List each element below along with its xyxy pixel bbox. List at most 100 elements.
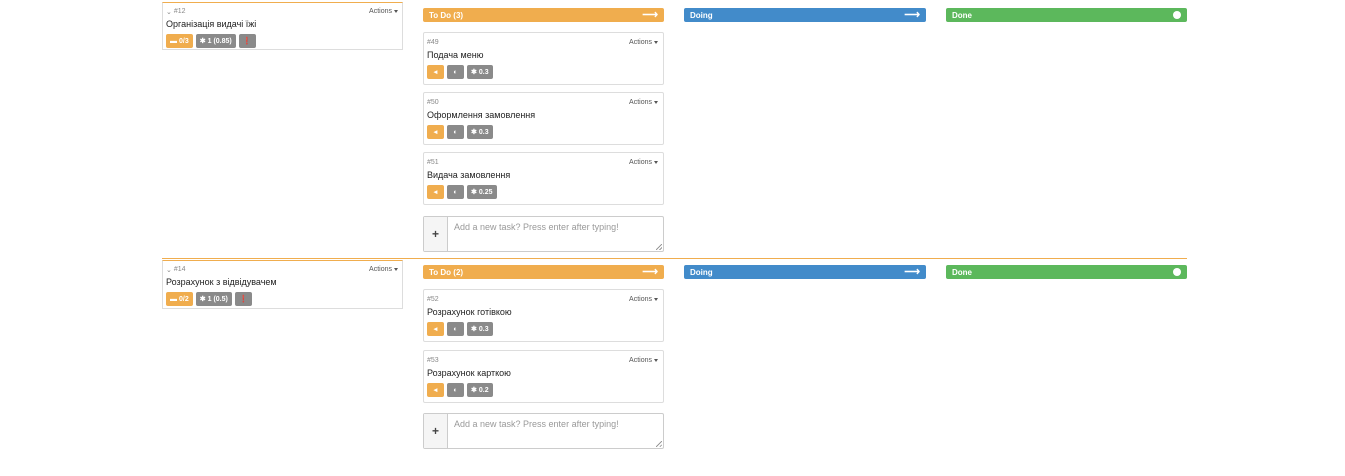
arrow-right-icon[interactable]: ⟶: [904, 267, 920, 278]
story-points-badge[interactable]: ✱ 1 (0.5): [195, 292, 232, 306]
actions-dropdown[interactable]: Actions: [629, 99, 658, 106]
actions-dropdown[interactable]: Actions: [629, 39, 658, 46]
move-back-button[interactable]: ◂: [427, 383, 444, 397]
column-header-done[interactable]: Done: [946, 8, 1187, 22]
plus-icon[interactable]: +: [424, 217, 448, 251]
caret-down-icon: [394, 10, 398, 13]
gear-icon: ✱: [471, 326, 477, 333]
actions-dropdown[interactable]: Actions: [369, 8, 398, 15]
task-points-badge[interactable]: ✱ 0.25: [467, 185, 497, 199]
caret-left-icon: ◂: [433, 326, 438, 333]
half-circle-icon: ◐: [453, 325, 458, 333]
move-back-button[interactable]: ◂: [427, 125, 444, 139]
half-circle-icon: ◐: [453, 128, 458, 136]
column-header-todo[interactable]: To Do (2) ⟶: [423, 265, 664, 279]
resize-handle-icon[interactable]: [656, 244, 662, 250]
task-id: #49: [427, 39, 439, 46]
plus-icon[interactable]: +: [424, 414, 448, 448]
actions-dropdown[interactable]: Actions: [629, 296, 658, 303]
task-id: #53: [427, 357, 439, 364]
caret-down-icon: [654, 298, 658, 301]
circle-icon[interactable]: [1173, 11, 1181, 19]
caret-left-icon: ◂: [433, 69, 438, 76]
gear-icon: ✱: [471, 189, 477, 196]
task-card: #52 Actions Розрахунок готівкою ◂ ◐ ✱ 0.3: [423, 289, 664, 342]
story-id: #12: [173, 8, 186, 15]
status-button[interactable]: ◐: [447, 322, 464, 336]
add-task-field: +: [423, 216, 664, 252]
caret-left-icon: ◂: [433, 387, 438, 394]
task-title: Видача замовлення: [427, 170, 511, 180]
task-title: Розрахунок готівкою: [427, 307, 512, 317]
status-button[interactable]: ◐: [447, 185, 464, 199]
info-button[interactable]: ❗: [238, 34, 256, 48]
caret-down-icon: [654, 101, 658, 104]
task-points-badge[interactable]: ✱ 0.3: [467, 125, 493, 139]
column-header-todo[interactable]: To Do (3) ⟶: [423, 8, 664, 22]
info-icon: ❗: [242, 38, 252, 45]
row-divider: [162, 258, 1187, 259]
story-card: ⌄ #12 Actions Організація видачі їжі ▬ 0/3…: [162, 2, 403, 50]
task-points-badge[interactable]: ✱ 0.3: [467, 65, 493, 79]
task-card: #51 Actions Видача замовлення ◂ ◐ ✱ 0.25: [423, 152, 664, 205]
task-title: Оформлення замовлення: [427, 110, 536, 120]
caret-down-icon: [654, 359, 658, 362]
arrow-right-icon[interactable]: ⟶: [642, 10, 658, 21]
story-title: Організація видачі їжі: [166, 19, 257, 29]
task-id: #52: [427, 296, 439, 303]
story-points-badge[interactable]: ✱ 1 (0.85): [195, 34, 236, 48]
tasks-count-badge[interactable]: ▬ 0/2: [166, 292, 193, 306]
gear-icon: ✱: [471, 387, 477, 394]
task-id: #51: [427, 159, 439, 166]
move-back-button[interactable]: ◂: [427, 65, 444, 79]
tasks-count-badge[interactable]: ▬ 0/3: [166, 34, 193, 48]
gear-icon: ✱: [199, 296, 206, 303]
task-card: #49 Actions Подача меню ◂ ◐ ✱ 0.3: [423, 32, 664, 85]
move-back-button[interactable]: ◂: [427, 185, 444, 199]
task-points-badge[interactable]: ✱ 0.3: [467, 322, 493, 336]
gear-icon: ✱: [199, 38, 206, 45]
task-id: #50: [427, 99, 439, 106]
task-title: Розрахунок карткою: [427, 368, 511, 378]
actions-dropdown[interactable]: Actions: [369, 266, 398, 273]
chevron-down-icon[interactable]: ⌄: [166, 8, 172, 16]
folder-icon: ▬: [170, 295, 177, 303]
circle-icon[interactable]: [1173, 268, 1181, 276]
move-back-button[interactable]: ◂: [427, 322, 444, 336]
folder-icon: ▬: [170, 37, 177, 45]
task-card: #50 Actions Оформлення замовлення ◂ ◐ ✱ 0…: [423, 92, 664, 145]
half-circle-icon: ◐: [453, 188, 458, 196]
status-button[interactable]: ◐: [447, 65, 464, 79]
add-task-field: +: [423, 413, 664, 449]
caret-down-icon: [654, 161, 658, 164]
resize-handle-icon[interactable]: [656, 441, 662, 447]
column-header-doing[interactable]: Doing ⟶: [684, 8, 926, 22]
task-card: #53 Actions Розрахунок карткою ◂ ◐ ✱ 0.2: [423, 350, 664, 403]
story-title: Розрахунок з відвідувачем: [166, 277, 277, 287]
story-id: #14: [173, 266, 186, 273]
arrow-right-icon[interactable]: ⟶: [642, 267, 658, 278]
gear-icon: ✱: [471, 129, 477, 136]
new-task-input[interactable]: [448, 414, 663, 448]
status-button[interactable]: ◐: [447, 125, 464, 139]
caret-left-icon: ◂: [433, 189, 438, 196]
task-title: Подача меню: [427, 50, 484, 60]
new-task-input[interactable]: [448, 217, 663, 251]
info-button[interactable]: ❗: [234, 292, 252, 306]
caret-down-icon: [394, 268, 398, 271]
info-icon: ❗: [238, 296, 248, 303]
half-circle-icon: ◐: [453, 68, 458, 76]
chevron-down-icon[interactable]: ⌄: [166, 266, 172, 274]
caret-left-icon: ◂: [433, 129, 438, 136]
status-button[interactable]: ◐: [447, 383, 464, 397]
actions-dropdown[interactable]: Actions: [629, 159, 658, 166]
actions-dropdown[interactable]: Actions: [629, 357, 658, 364]
task-points-badge[interactable]: ✱ 0.2: [467, 383, 493, 397]
story-card: ⌄ #14 Actions Розрахунок з відвідувачем ▬…: [162, 260, 403, 309]
caret-down-icon: [654, 41, 658, 44]
arrow-right-icon[interactable]: ⟶: [904, 10, 920, 21]
gear-icon: ✱: [471, 69, 477, 76]
half-circle-icon: ◐: [453, 386, 458, 394]
column-header-done[interactable]: Done: [946, 265, 1187, 279]
column-header-doing[interactable]: Doing ⟶: [684, 265, 926, 279]
